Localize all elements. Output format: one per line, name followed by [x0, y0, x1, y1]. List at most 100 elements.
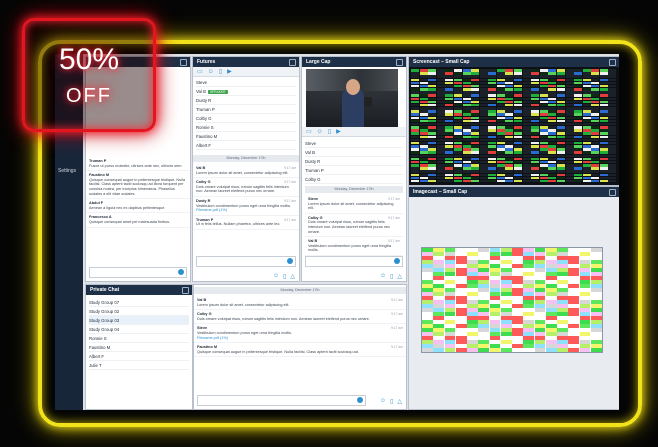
attach-icon[interactable]: ▯ — [390, 273, 393, 280]
grid-cell — [545, 260, 557, 264]
message-input[interactable] — [305, 256, 403, 267]
grid-cell — [568, 304, 579, 308]
file-link[interactable]: Filename.pdf (1%) — [197, 336, 228, 340]
chat-group-item[interactable]: Study Group 04 — [89, 325, 189, 334]
file-icon[interactable]: ▯ — [219, 68, 222, 75]
chat-icon[interactable]: ▭ — [306, 128, 312, 135]
grid-cell — [455, 332, 467, 336]
member-row[interactable]: Faustino M — [196, 132, 296, 141]
message-input[interactable] — [196, 256, 296, 267]
close-icon[interactable] — [289, 59, 296, 66]
member-row[interactable]: Truman P — [305, 166, 403, 175]
chat-group-item[interactable]: Albert F — [89, 352, 189, 361]
grid-cell — [433, 332, 444, 336]
member-row[interactable]: Val B SPEAKER — [196, 87, 296, 96]
send-icon[interactable] — [287, 258, 293, 264]
grid-cell — [500, 336, 512, 340]
grid-cell — [579, 272, 591, 276]
close-icon[interactable] — [182, 287, 189, 294]
grid-cell — [467, 272, 478, 276]
grid-cell — [523, 248, 534, 252]
message-input[interactable] — [89, 267, 187, 278]
alert-icon[interactable]: △ — [290, 273, 295, 280]
grid-cell — [500, 344, 512, 348]
imagecast-image[interactable] — [421, 247, 603, 353]
people-icon[interactable]: ☺ — [317, 129, 323, 135]
grid-cell — [455, 264, 467, 268]
grid-cell — [534, 252, 546, 256]
screencast-video[interactable] — [411, 69, 617, 183]
grid-cell — [444, 256, 456, 260]
sidebar-item-settings[interactable]: Settings — [58, 168, 76, 174]
grid-cell — [433, 272, 444, 276]
send-icon[interactable] — [178, 269, 184, 275]
grid-cell — [512, 248, 523, 252]
grid-cell — [534, 276, 546, 280]
message-input[interactable] — [197, 395, 366, 406]
grid-cell — [467, 348, 478, 352]
member-row[interactable]: Colby G — [196, 114, 296, 123]
attach-icon[interactable]: ▯ — [390, 398, 393, 405]
promo-sticker[interactable]: 50% OFF — [22, 18, 156, 132]
close-icon[interactable] — [396, 59, 403, 66]
grid-cell — [478, 344, 489, 348]
member-row[interactable]: Dusty R — [196, 96, 296, 105]
chat-icon[interactable]: ▭ — [197, 68, 203, 75]
member-row[interactable]: Steve — [196, 78, 296, 87]
grid-cell — [590, 296, 602, 300]
grid-cell — [534, 272, 546, 276]
member-row[interactable]: Steve — [305, 139, 403, 148]
chat-group-item[interactable]: Study Group 03 — [89, 316, 189, 325]
close-icon[interactable] — [609, 59, 616, 66]
member-row[interactable]: Truman P — [196, 105, 296, 114]
grid-cell — [590, 256, 602, 260]
grid-cell — [557, 272, 568, 276]
member-row[interactable]: Dusty R — [305, 157, 403, 166]
attach-icon[interactable]: ▯ — [283, 273, 286, 280]
video-icon[interactable]: ▶ — [227, 68, 232, 75]
close-icon[interactable] — [609, 189, 616, 196]
grid-cell — [512, 332, 523, 336]
video-feed[interactable] — [306, 69, 398, 127]
grid-cell — [568, 272, 579, 276]
grid-cell — [444, 300, 456, 304]
grid-cell — [478, 332, 489, 336]
grid-cell — [467, 252, 478, 256]
chat-group-item[interactable]: Study Group 07 — [89, 298, 189, 307]
grid-cell — [539, 179, 548, 183]
list-item: Dusty R 9:17 am Vestibulum condimentum pur… — [193, 197, 299, 216]
grid-cell — [422, 300, 433, 304]
grid-cell — [557, 268, 568, 272]
grid-cell — [479, 179, 488, 183]
emoji-icon[interactable]: ☺ — [380, 398, 386, 405]
close-icon[interactable] — [180, 59, 187, 66]
grid-cell — [590, 340, 602, 344]
emoji-icon[interactable]: ☺ — [273, 273, 279, 280]
member-row[interactable]: Val B — [305, 148, 403, 157]
alert-icon[interactable]: △ — [397, 273, 402, 280]
file-link[interactable]: Filename.pdf (1%) — [196, 208, 227, 212]
grid-cell — [523, 344, 534, 348]
member-row[interactable]: Ronnie S — [196, 123, 296, 132]
grid-cell — [523, 328, 534, 332]
file-icon[interactable]: ▯ — [328, 128, 331, 135]
chat-group-item[interactable]: Ronnie S — [89, 334, 189, 343]
chat-group-item[interactable]: Study Group 02 — [89, 307, 189, 316]
grid-cell — [422, 280, 433, 284]
member-row[interactable]: Colby G — [305, 175, 403, 184]
chat-group-item[interactable]: Faustino M — [89, 343, 189, 352]
grid-cell — [433, 252, 444, 256]
emoji-icon[interactable]: ☺ — [380, 273, 386, 280]
chat-group-item[interactable]: Julie T — [89, 361, 189, 370]
panel-title: Private Chat — [90, 287, 120, 293]
grid-cell — [568, 300, 579, 304]
alert-icon[interactable]: △ — [397, 398, 402, 405]
date-divider: Monday, December 17th — [194, 287, 406, 294]
member-row[interactable]: Albert F — [196, 141, 296, 150]
grid-cell — [557, 280, 568, 284]
people-icon[interactable]: ☺ — [208, 69, 214, 75]
send-icon[interactable] — [357, 397, 363, 403]
video-icon[interactable]: ▶ — [336, 128, 341, 135]
grid-cell — [579, 304, 591, 308]
send-icon[interactable] — [394, 258, 400, 264]
